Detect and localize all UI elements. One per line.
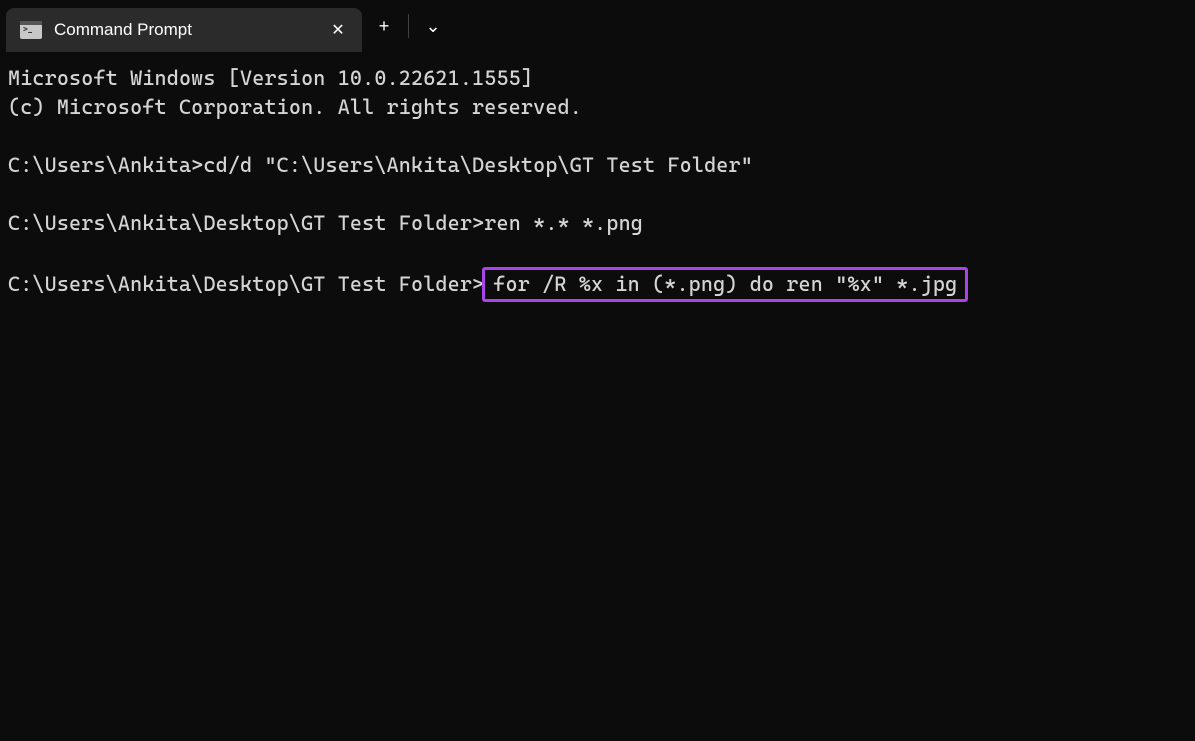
blank-line	[8, 180, 1187, 209]
new-tab-button[interactable]: +	[362, 4, 406, 48]
copyright-line: (c) Microsoft Corporation. All rights re…	[8, 93, 1187, 122]
command-line-1: C:\Users\Ankita>cd/d "C:\Users\Ankita\De…	[8, 151, 1187, 180]
tab-dropdown-button[interactable]: ⌄	[411, 4, 455, 48]
active-tab[interactable]: Command Prompt ✕	[6, 8, 362, 52]
command-text: ren *.* *.png	[484, 211, 643, 235]
blank-line	[8, 122, 1187, 151]
blank-line	[8, 238, 1187, 267]
command-line-2: C:\Users\Ankita\Desktop\GT Test Folder>r…	[8, 209, 1187, 238]
command-text: cd/d "C:\Users\Ankita\Desktop\GT Test Fo…	[203, 153, 753, 177]
titlebar: Command Prompt ✕ + ⌄	[0, 0, 1195, 52]
tab-title: Command Prompt	[54, 20, 326, 40]
command-text: for /R %x in (*.png) do ren "%x" *.jpg	[493, 272, 957, 296]
prompt: C:\Users\Ankita\Desktop\GT Test Folder>	[8, 270, 484, 299]
version-line: Microsoft Windows [Version 10.0.22621.15…	[8, 64, 1187, 93]
tab-controls: + ⌄	[362, 0, 455, 52]
terminal-icon	[20, 21, 42, 39]
prompt: C:\Users\Ankita\Desktop\GT Test Folder>	[8, 211, 484, 235]
tab-divider	[408, 14, 409, 38]
highlighted-command: for /R %x in (*.png) do ren "%x" *.jpg	[482, 267, 968, 302]
terminal-output[interactable]: Microsoft Windows [Version 10.0.22621.15…	[0, 52, 1195, 314]
command-line-3: C:\Users\Ankita\Desktop\GT Test Folder> f…	[8, 267, 1187, 302]
prompt: C:\Users\Ankita>	[8, 153, 203, 177]
close-tab-button[interactable]: ✕	[326, 18, 350, 42]
